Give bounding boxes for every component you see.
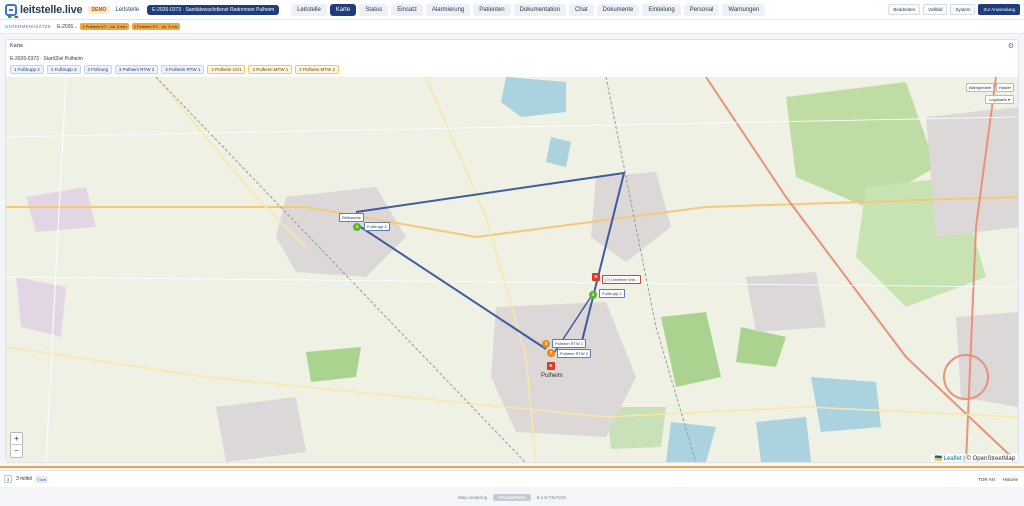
status-actions: TOR AN Historie [970, 477, 1018, 482]
history-button[interactable]: Historie [1003, 477, 1018, 482]
town-label-pulheim: Pulheim [541, 373, 563, 379]
map-label-ft2[interactable]: Fußtrupp 2 [599, 289, 625, 298]
sub-bar: UNTERMENÜSÄTZE E-2026... 2 Pulheim KT...… [0, 20, 1024, 34]
top-bar: leitstelle.live DEMO Leitstelle E-2026-0… [0, 0, 1024, 20]
tor-button[interactable]: TOR AN [978, 477, 995, 482]
tab-leitstelle[interactable]: Leitstelle [291, 3, 327, 16]
leaflet-link[interactable]: Leaflet [944, 456, 962, 462]
map-view[interactable]: Rettwache 1 Fußtrupp 3 1 Fußtrupp 2 E (?… [6, 77, 1018, 462]
version-label: 8.1.0-73e7223 [536, 494, 566, 500]
tab-chat[interactable]: Chat [568, 3, 594, 16]
layer-select[interactable]: Logokarte ▾ [985, 95, 1014, 104]
tab-einsatz[interactable]: Einsatz [391, 3, 423, 16]
map-label-rtw1[interactable]: Pulheim RTW 1 [552, 339, 586, 348]
tab-status[interactable]: Status [359, 3, 389, 16]
distance-badge: 7 km [35, 475, 48, 483]
zoom-in-button[interactable]: + [11, 433, 22, 445]
map-label-rettwache[interactable]: Rettwache [339, 213, 364, 222]
tab-dokumentation[interactable]: Dokumentation [513, 3, 566, 16]
logo-icon [5, 3, 17, 16]
tab-personal[interactable]: Personal [683, 3, 720, 16]
tab-einteilung[interactable]: Einteilung [642, 3, 681, 16]
headquarters-marker[interactable]: E [547, 362, 555, 370]
unit-chip[interactable]: 2 Führung [83, 65, 113, 74]
unit-chip[interactable]: 2 Pulheim MTW 2 [295, 65, 339, 74]
unit-chip[interactable]: 1 Fußtrupp 2 [10, 65, 44, 74]
map-card: Karte ⚙ E-2026-0373 · Start/Ziel Pulheim… [5, 39, 1019, 463]
unit-chip[interactable]: 3 Pulheim RTW 1 [161, 65, 205, 74]
map-controls: Warngebiete Raster [964, 83, 1014, 92]
map-label-ft3[interactable]: Fußtrupp 3 [364, 222, 390, 231]
tab-patienten[interactable]: Patienten [473, 3, 511, 16]
fullscreen-button[interactable]: Vollbild [923, 4, 948, 15]
unit-chip[interactable]: 2 Pulheim MTW 1 [248, 65, 293, 74]
tab-warnungen[interactable]: Warnungen [722, 3, 766, 16]
unit-marker-rtw1[interactable]: 3 [542, 340, 550, 348]
divider [0, 466, 1024, 468]
edit-button[interactable]: Bearbeiten [888, 4, 921, 15]
tab-alarmierung[interactable]: Alarmierung [425, 3, 471, 16]
flag-icon: 🇺🇦 [934, 456, 942, 462]
system-button[interactable]: System [950, 4, 976, 15]
status-bar: 3 3 mittel 7 km TOR AN Historie [0, 470, 1024, 487]
card-subtitle: E-2026-0373 · Start/Ziel Pulheim [10, 56, 83, 62]
tab-dokumente[interactable]: Dokumente [596, 3, 640, 16]
demo-badge: DEMO [88, 5, 110, 14]
footer-label: Map rendering [458, 494, 488, 500]
chevron-down-icon: ▾ [1007, 97, 1010, 102]
unit-chip[interactable]: 1 Fußtrupp 3 [46, 65, 81, 74]
tab-karte[interactable]: Karte [329, 3, 357, 16]
map-label-incident[interactable]: (?) Unwetter Wie... [602, 275, 642, 284]
grid-toggle[interactable]: Raster [996, 83, 1014, 92]
footer: Map rendering PAUSIEREN 8.1.0-73e7223 [0, 488, 1024, 506]
main-nav: Leitstelle Karte Status Einsatz Alarmier… [291, 3, 768, 16]
flag-icon [8, 16, 18, 18]
zoom-control: + − [10, 432, 23, 458]
eta-chip[interactable]: 2 Pulheim KT... ca. 3 min [80, 23, 129, 30]
gear-icon[interactable]: ⚙ [1008, 42, 1014, 50]
unit-chip[interactable]: 2 Pulheim 10/1 [207, 65, 246, 74]
warnings-toggle[interactable]: Warngebiete [965, 83, 995, 92]
top-right-actions: Bearbeiten Vollbild System Zur Anwendung [885, 4, 1020, 15]
brand-name: leitstelle.live [20, 3, 83, 16]
to-app-button[interactable]: Zur Anwendung [978, 4, 1020, 15]
sub-bar-incident-id[interactable]: E-2026... [57, 24, 77, 30]
leitstelle-link[interactable]: Leitstelle [115, 7, 139, 13]
osm-link[interactable]: © OpenStreetMap [967, 456, 1015, 462]
eta-chip[interactable]: 3 Pulheim KT... ca. 3 min [131, 23, 180, 30]
card-title: Karte [10, 43, 24, 49]
unit-chip[interactable]: 3 Pulheim RTW 2 [115, 65, 159, 74]
status-count-icon: 3 [4, 475, 12, 483]
sub-bar-label: UNTERMENÜSÄTZE [5, 24, 52, 29]
unit-marker-ft2[interactable]: 1 [589, 291, 597, 299]
map-label-rtw2[interactable]: Pulheim RTW 2 [557, 349, 591, 358]
layer-select-value: Logokarte [989, 97, 1007, 102]
map-tiles [6, 77, 1018, 462]
status-count: 3 mittel [16, 476, 33, 482]
incident-marker[interactable]: E [592, 273, 600, 281]
incident-selector[interactable]: E-2026-0373 · Sanitätswachdienst Radrenn… [147, 4, 280, 15]
unit-chips: 1 Fußtrupp 21 Fußtrupp 32 Führung 3 Pulhe… [10, 65, 342, 74]
unit-marker-ft3[interactable]: 1 [353, 223, 361, 231]
map-attribution: 🇺🇦 Leaflet | © OpenStreetMap [931, 454, 1018, 462]
unit-marker-rtw2[interactable]: 3 [547, 349, 555, 357]
pause-button[interactable]: PAUSIEREN [493, 493, 531, 501]
zoom-out-button[interactable]: − [11, 445, 22, 457]
